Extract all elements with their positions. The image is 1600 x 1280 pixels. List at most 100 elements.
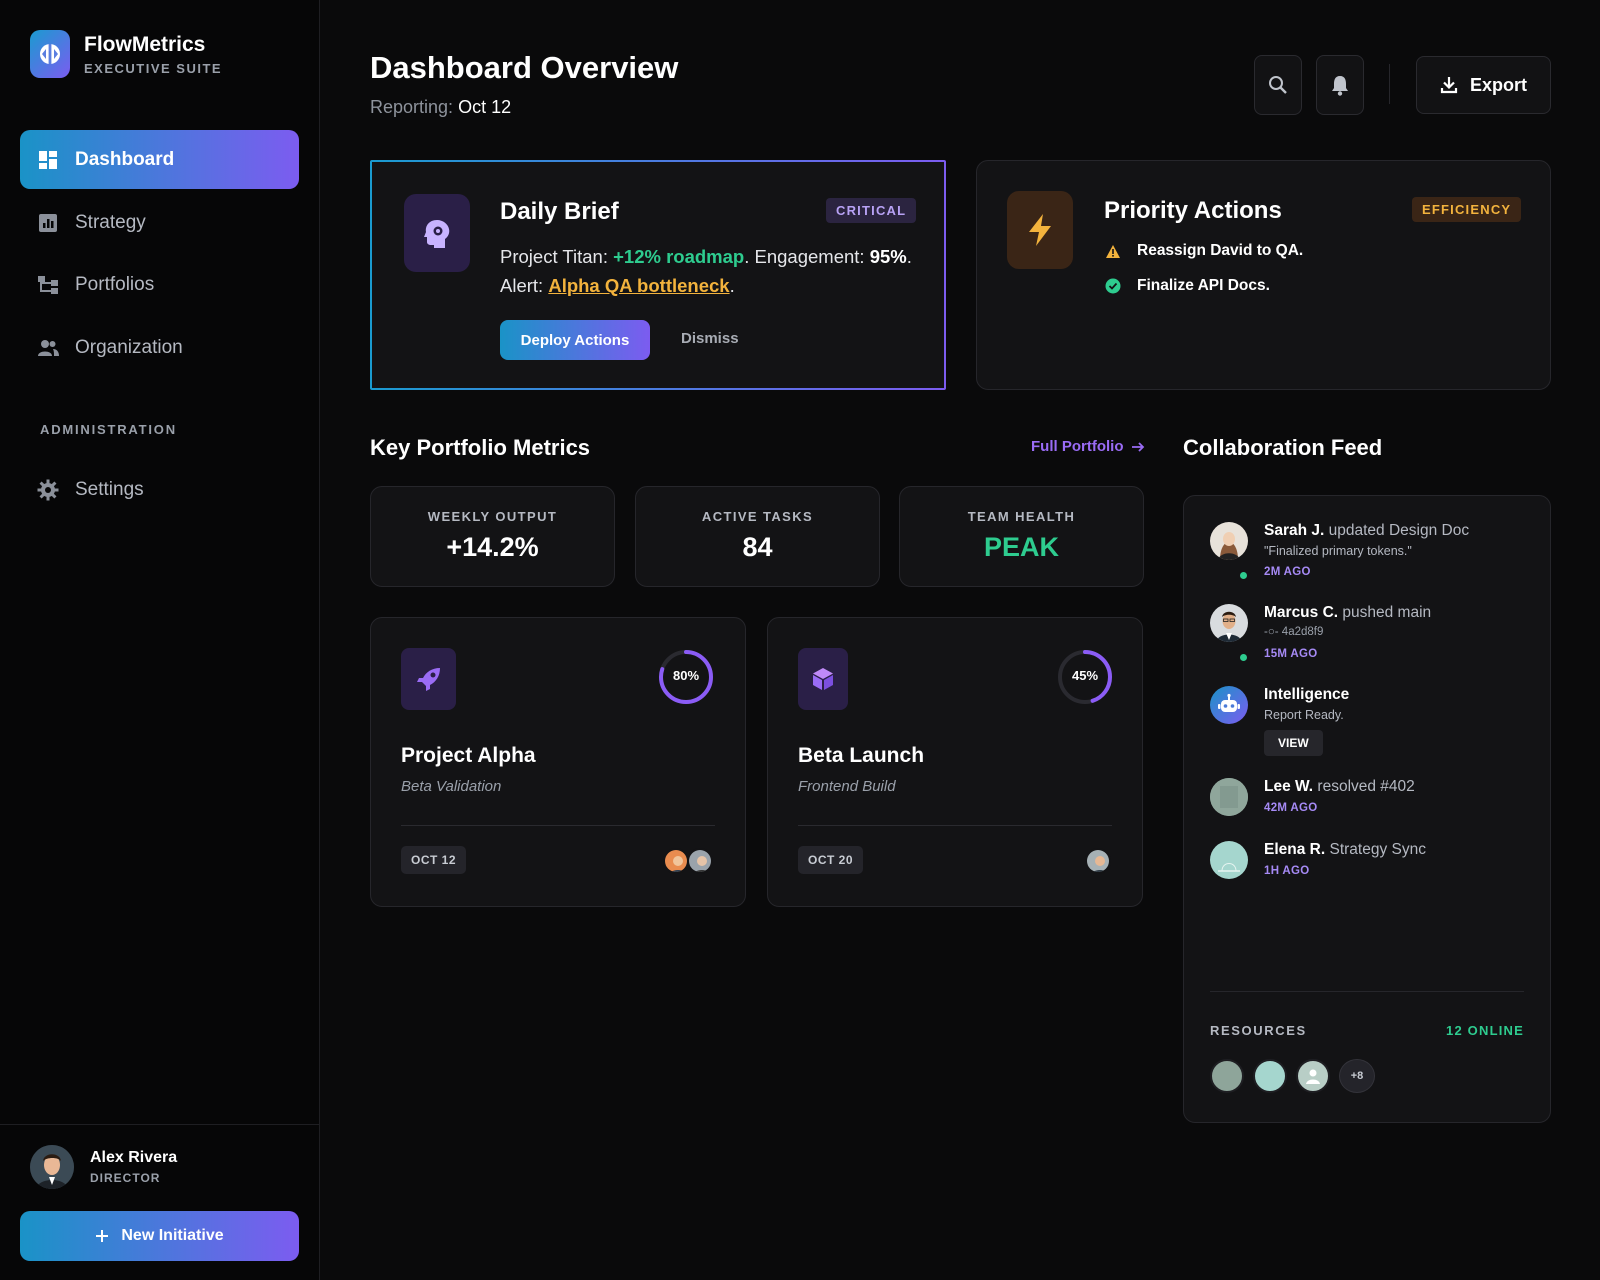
- new-initiative-label: New Initiative: [121, 1227, 224, 1244]
- sidebar-item-label: Strategy: [75, 211, 146, 233]
- sidebar-item-dashboard[interactable]: Dashboard: [20, 130, 299, 189]
- project-card-beta[interactable]: 45% Beta Launch Frontend Build OCT 20: [767, 617, 1143, 907]
- brain-gear-icon: [404, 194, 470, 272]
- metric-value: PEAK: [983, 532, 1059, 562]
- dashboard-icon: [39, 150, 57, 169]
- feed-item[interactable]: Intelligence Report Ready. VIEW: [1210, 686, 1530, 762]
- project-card-alpha[interactable]: 80% Project Alpha Beta Validation OCT 12: [370, 617, 746, 907]
- feed-user-name: Marcus C.: [1264, 604, 1339, 621]
- feed-item[interactable]: Lee W. resolved #402 42M AGO: [1210, 778, 1530, 824]
- collaboration-feed-title: Collaboration Feed: [1183, 435, 1383, 460]
- avatar: [1210, 778, 1248, 816]
- sidebar-item-settings[interactable]: Settings: [20, 460, 299, 519]
- gear-icon: [37, 479, 59, 500]
- avatar: [1210, 604, 1248, 642]
- avatar: [1296, 1059, 1330, 1093]
- reporting-label: Reporting:: [370, 97, 454, 117]
- feed-action: Strategy Sync: [1325, 841, 1426, 858]
- metric-value: +14.2%: [446, 532, 539, 562]
- notifications-button[interactable]: [1316, 55, 1364, 115]
- hierarchy-icon: [38, 275, 58, 294]
- avatar: [687, 848, 713, 874]
- page-title: Dashboard Overview: [370, 50, 679, 85]
- collaboration-feed: Sarah J. updated Design Doc "Finalized p…: [1183, 495, 1551, 1123]
- feed-time: 2M AGO: [1264, 566, 1311, 578]
- online-indicator: [1240, 654, 1247, 661]
- project-name: Beta Launch: [798, 744, 925, 767]
- feed-action: resolved #402: [1313, 778, 1415, 795]
- brief-text-segment: .: [906, 246, 912, 267]
- lightning-icon: [1007, 191, 1073, 269]
- brief-text-segment: Alert:: [500, 275, 549, 296]
- avatar: [1210, 522, 1248, 560]
- user-name: Alex Rivera: [90, 1149, 178, 1166]
- feed-item[interactable]: Marcus C. pushed main -○- 4a2d8f9 15M AG…: [1210, 604, 1530, 670]
- priority-item[interactable]: Finalize API Docs.: [1105, 277, 1270, 295]
- feed-item-text: Intelligence: [1264, 686, 1349, 704]
- check-circle-icon: [1105, 278, 1121, 294]
- user-area: Alex Rivera DIRECTOR New Initiative: [0, 1124, 320, 1280]
- deploy-actions-button[interactable]: Deploy Actions: [500, 320, 650, 360]
- project-subtitle: Beta Validation: [401, 778, 502, 795]
- feed-action: updated Design Doc: [1324, 522, 1470, 539]
- priority-item[interactable]: Reassign David to QA.: [1105, 242, 1303, 260]
- metric-label: WEEKLY OUTPUT: [427, 509, 558, 524]
- plus-icon: [96, 1230, 109, 1242]
- feed-time: 15M AGO: [1264, 648, 1318, 660]
- feed-item-text: Elena R. Strategy Sync: [1264, 841, 1426, 859]
- divider: [798, 825, 1112, 826]
- cube-icon: [798, 648, 848, 710]
- search-icon: [1269, 76, 1287, 94]
- metric-label: TEAM HEALTH: [967, 509, 1076, 524]
- user-role: DIRECTOR: [90, 1171, 161, 1185]
- dismiss-button[interactable]: Dismiss: [681, 330, 739, 347]
- feed-item-text: Marcus C. pushed main: [1264, 604, 1431, 622]
- project-subtitle: Frontend Build: [798, 778, 896, 795]
- people-icon: [38, 339, 59, 356]
- due-date-chip: OCT 20: [798, 846, 864, 874]
- robot-icon: [1210, 686, 1248, 724]
- engagement-stat: 95%: [869, 246, 907, 267]
- bell-icon: [1332, 76, 1348, 96]
- brief-text-segment: . Engagement:: [744, 246, 870, 267]
- feed-item-text: Lee W. resolved #402: [1264, 778, 1415, 796]
- feed-item[interactable]: Elena R. Strategy Sync 1H AGO: [1210, 841, 1530, 887]
- feed-detail: Report Ready.: [1264, 708, 1344, 722]
- sidebar-item-organization[interactable]: Organization: [20, 318, 299, 377]
- avatar: [1210, 1059, 1244, 1093]
- new-initiative-button[interactable]: New Initiative: [20, 1211, 299, 1261]
- feed-item[interactable]: Sarah J. updated Design Doc "Finalized p…: [1210, 522, 1530, 588]
- rocket-icon: [401, 648, 456, 710]
- brand: FlowMetrics EXECUTIVE SUITE: [30, 30, 222, 78]
- feed-user-name: Sarah J.: [1264, 522, 1325, 539]
- alert-link[interactable]: Alpha QA bottleneck: [548, 275, 729, 296]
- nav-section-administration: ADMINISTRATION: [40, 422, 177, 437]
- metric-label: ACTIVE TASKS: [701, 509, 814, 524]
- sidebar-item-portfolios[interactable]: Portfolios: [20, 255, 299, 314]
- sidebar-item-label: Settings: [75, 478, 144, 500]
- metric-card-weekly-output: WEEKLY OUTPUT +14.2%: [370, 486, 615, 587]
- arrow-right-icon: [1132, 441, 1145, 452]
- metric-value: 84: [742, 532, 773, 562]
- export-button[interactable]: Export: [1416, 56, 1551, 114]
- project-name: Project Alpha: [401, 744, 536, 767]
- view-report-button[interactable]: VIEW: [1264, 730, 1323, 756]
- metric-card-active-tasks: ACTIVE TASKS 84: [635, 486, 880, 587]
- person-icon: [1306, 1069, 1320, 1084]
- daily-brief-card: Daily Brief CRITICAL Project Titan: +12%…: [370, 160, 946, 390]
- full-portfolio-label: Full Portfolio: [1031, 438, 1124, 455]
- metric-card-team-health: TEAM HEALTH PEAK: [899, 486, 1144, 587]
- critical-badge: CRITICAL: [826, 198, 917, 223]
- resources-label: RESOURCES: [1210, 1023, 1307, 1038]
- full-portfolio-link[interactable]: Full Portfolio: [1031, 438, 1145, 455]
- sidebar-item-strategy[interactable]: Strategy: [20, 193, 299, 252]
- priority-actions-card: Priority Actions EFFICIENCY Reassign Dav…: [976, 160, 1551, 390]
- more-members-badge[interactable]: +8: [1339, 1059, 1375, 1093]
- daily-brief-title: Daily Brief: [500, 198, 619, 225]
- avatar: [30, 1145, 74, 1189]
- chart-icon: [39, 213, 57, 232]
- avatar: [1210, 841, 1248, 879]
- user-profile[interactable]: Alex Rivera DIRECTOR: [30, 1145, 177, 1189]
- feed-item-text: Sarah J. updated Design Doc: [1264, 522, 1469, 540]
- search-button[interactable]: [1254, 55, 1302, 115]
